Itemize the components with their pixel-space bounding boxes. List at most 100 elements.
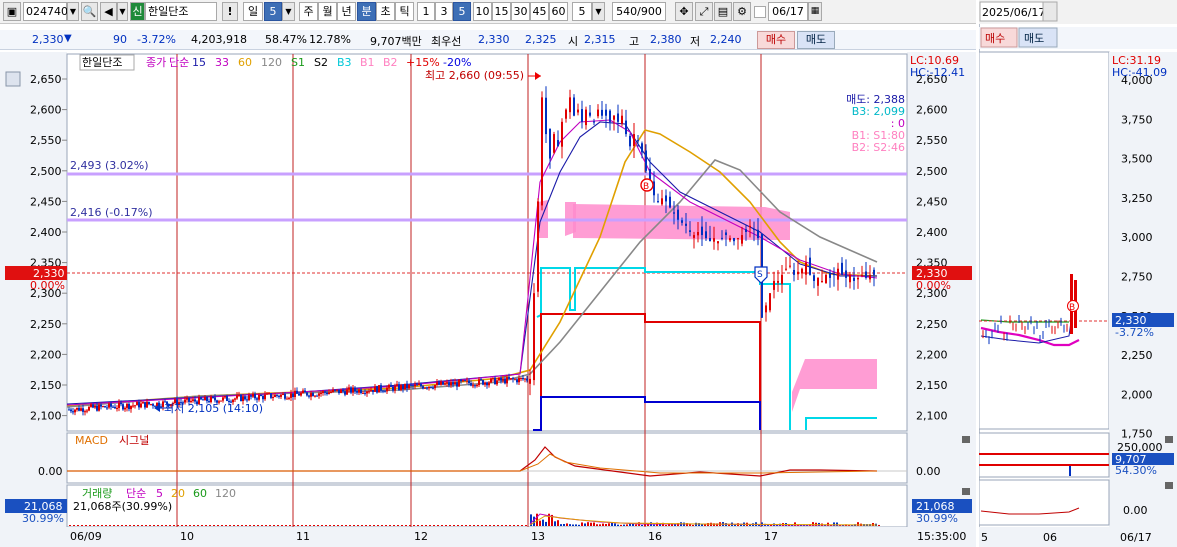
crosshair-icon[interactable]: ✥ (675, 2, 693, 21)
candle-body (438, 382, 440, 385)
legend-item: S2 (314, 56, 328, 69)
sound-icon[interactable]: ◀ (100, 2, 117, 21)
minute-button[interactable]: 분 (357, 2, 376, 21)
candle-body (446, 382, 448, 384)
sell-button[interactable]: 매도 (797, 31, 835, 49)
interval-dropdown-icon[interactable]: ▼ (592, 2, 605, 21)
candle-body (282, 394, 284, 396)
save-icon[interactable]: ▤ (714, 2, 732, 21)
minute-option-30[interactable]: 30 (511, 2, 530, 21)
volume-title: 거래량 (82, 487, 112, 500)
candle-body (94, 405, 96, 408)
volume-bar (674, 524, 676, 526)
candle-body (454, 382, 456, 385)
volume-bar (641, 524, 643, 526)
tick-button[interactable]: 틱 (395, 2, 414, 21)
candle-body (246, 399, 248, 401)
candle-body (214, 397, 216, 401)
candle-body (98, 404, 100, 411)
mini-macd-close-icon[interactable] (1165, 482, 1173, 489)
candle-body (577, 109, 579, 113)
warning-button[interactable]: ! (222, 2, 238, 21)
volume-bar (485, 525, 487, 526)
minute-option-10[interactable]: 10 (473, 2, 492, 21)
candle-body (512, 378, 514, 380)
period-num-value[interactable]: 5 (264, 2, 282, 21)
candle-body (332, 389, 334, 393)
y-tick-label-right: 2,500 (916, 165, 948, 178)
volume-bar (305, 525, 307, 526)
candle-body (685, 223, 687, 226)
candle-body (460, 379, 462, 382)
second-button[interactable]: 초 (376, 2, 395, 21)
mini-volume-close-icon[interactable] (1165, 436, 1173, 443)
interval-value[interactable]: 5 (572, 2, 592, 21)
minute-option-5[interactable]: 5 (453, 2, 471, 21)
high-annotation: 최고 2,660 (09:55) (425, 69, 524, 82)
macd-close-icon[interactable] (962, 436, 970, 443)
candle-body (589, 112, 591, 116)
search-icon[interactable]: 🔍 (81, 2, 98, 21)
candle-body (500, 377, 502, 381)
data-count-field[interactable]: 540/900 (612, 2, 666, 21)
y-tick-label-right: 2,550 (916, 134, 948, 147)
candle-body (368, 391, 370, 393)
candle-body (254, 393, 256, 399)
chart-menu-icon[interactable] (5, 71, 21, 87)
mini-calendar-icon[interactable] (1042, 1, 1058, 22)
volume-bar (349, 525, 351, 526)
minute-option-15[interactable]: 15 (492, 2, 511, 21)
candle-body (410, 384, 412, 386)
buy-button[interactable]: 매수 (757, 31, 795, 49)
candle-body (278, 395, 280, 397)
candle-body (138, 402, 140, 408)
right-volume-tag-pct: 30.99% (916, 512, 958, 525)
code-dropdown-icon[interactable]: ▼ (67, 2, 79, 21)
volume-bar (341, 525, 343, 526)
candle-body (192, 399, 194, 401)
candle-body (541, 97, 543, 206)
window-menu-icon[interactable]: ▣ (3, 2, 21, 21)
candle-body (585, 109, 587, 126)
calendar-icon[interactable]: ▦ (808, 2, 822, 21)
candle-body (713, 238, 715, 242)
period-dropdown-icon[interactable]: ▼ (282, 2, 295, 21)
candle-body (78, 407, 80, 411)
volume-bar (161, 525, 163, 526)
candle-body (206, 397, 208, 402)
candle-body (737, 238, 739, 240)
x-axis-label: 06/09 (70, 530, 102, 543)
date-input[interactable]: 06/17 (768, 2, 808, 21)
sound-dropdown-icon[interactable]: ▼ (117, 2, 128, 21)
drawing-tool-icon[interactable]: ⤢ (695, 2, 713, 21)
minute-option-1[interactable]: 1 (417, 2, 435, 21)
stock-code-input[interactable]: 024740 (23, 2, 68, 21)
y-tick-label: 2,100 (30, 410, 62, 423)
candle-body (390, 384, 392, 387)
minute-option-3[interactable]: 3 (435, 2, 453, 21)
week-button[interactable]: 주 (299, 2, 318, 21)
minute-option-60[interactable]: 60 (549, 2, 568, 21)
date-checkbox[interactable] (754, 6, 766, 18)
mini-volume-bar (1069, 466, 1071, 476)
year-button[interactable]: 년 (337, 2, 356, 21)
settings-icon[interactable]: ⚙ (733, 2, 751, 21)
main-chart[interactable]: 2,650 2,6502,600 2,6002,550 2,5502,500 2,500… (0, 52, 976, 547)
volume-bar (93, 525, 95, 526)
period-day-button[interactable]: 일 (243, 2, 263, 21)
mini-y-tick: 3,000 (1121, 231, 1153, 244)
volume-bar (261, 525, 263, 526)
stock-name-field[interactable]: 한일단조 (145, 2, 217, 21)
candle-body (244, 396, 246, 400)
candle-body (741, 235, 743, 244)
candle-body (529, 378, 531, 384)
candle-body (328, 392, 330, 395)
candle-body (717, 241, 719, 244)
daily-mini-chart[interactable]: 2025/06/17 매수 매도 LC:31.19 HC:-41.09 4,00… (979, 0, 1177, 547)
minute-option-45[interactable]: 45 (530, 2, 549, 21)
legend-item: +15% (406, 56, 440, 69)
candle-body (88, 406, 90, 411)
candle-body (474, 385, 476, 387)
month-button[interactable]: 월 (318, 2, 337, 21)
volume-close-icon[interactable] (962, 488, 970, 495)
